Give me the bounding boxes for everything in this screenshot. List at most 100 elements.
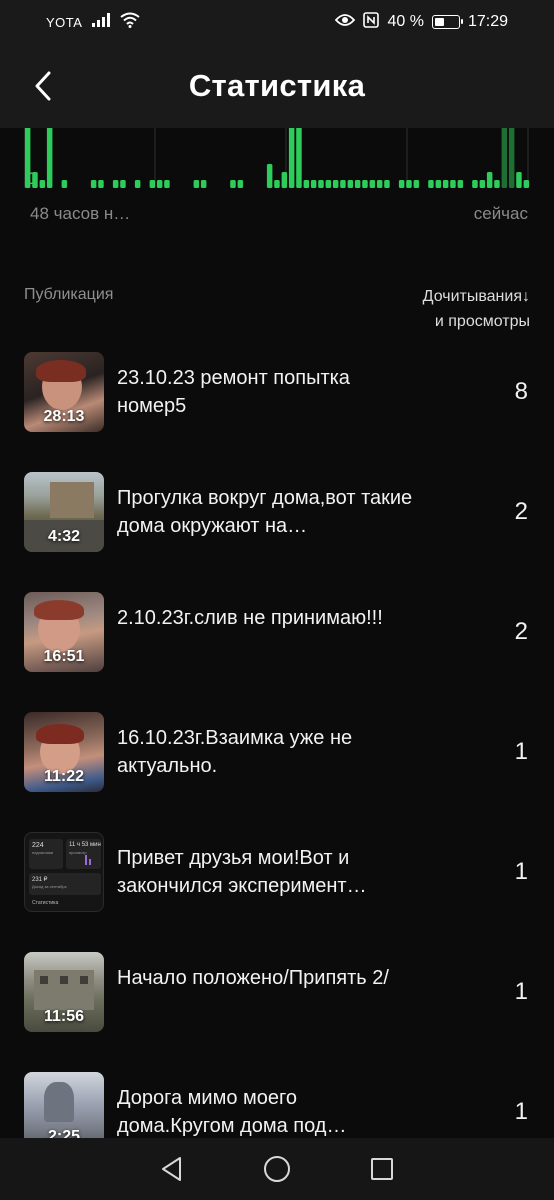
- nav-recents-button[interactable]: [367, 1154, 397, 1184]
- chart-bar: [318, 180, 324, 188]
- chart-bar: [508, 128, 515, 188]
- chart-bar: [310, 180, 317, 188]
- carrier-label: YOTA: [46, 14, 83, 30]
- chart-bar: [494, 180, 500, 188]
- chart-bar: [428, 180, 434, 188]
- video-duration: 28:13: [43, 408, 85, 425]
- publication-title: Начало положено/Припять 2/: [117, 967, 389, 989]
- chevron-left-icon: [35, 71, 51, 101]
- chart-bar: [120, 180, 126, 188]
- chart-bar: [516, 172, 522, 188]
- publication-title: 16.10.23г.Взаимка уже не актуально.: [117, 727, 353, 777]
- battery-icon: [431, 15, 463, 29]
- chart-bar: [156, 180, 163, 188]
- video-thumbnail: 4:32: [24, 472, 104, 552]
- publication-title: Прогулка вокруг дома,вот такие дома окру…: [117, 487, 413, 537]
- publication-reads: 1: [514, 858, 528, 885]
- chart-bar: [472, 180, 478, 188]
- chart-bar: [149, 180, 156, 188]
- chart-bar: [303, 180, 310, 188]
- recents-square-icon: [370, 1158, 393, 1180]
- thumb-footer: Статистика: [32, 900, 59, 906]
- thumb-stat1-label: подписчики: [32, 850, 54, 855]
- app-header: Статистика: [0, 44, 554, 128]
- thumb-stat3-label: Доход за сентябрь: [32, 884, 67, 889]
- publication-reads: 1: [514, 1098, 528, 1125]
- back-triangle-icon: [162, 1157, 182, 1181]
- chart-bar: [134, 180, 141, 188]
- publication-reads: 1: [514, 738, 528, 765]
- axis-end-label: сейчас: [473, 204, 528, 223]
- chart-svg: 0: [24, 128, 530, 188]
- chart-bar: [457, 180, 464, 188]
- list-item[interactable]: 11:22 16.10.23г.Взаимка уже не актуально…: [24, 712, 530, 832]
- chart-bar: [362, 180, 368, 188]
- clock: 17:29: [467, 13, 508, 30]
- chart-bar: [398, 180, 405, 188]
- chart-bar: [479, 180, 486, 188]
- chart-bar: [332, 180, 339, 188]
- chart-bar: [237, 180, 244, 188]
- thumb-stat3: 231 ₽: [32, 877, 48, 883]
- battery-percent: 40 %: [387, 13, 424, 30]
- axis-start-label: 48 часов н…: [30, 204, 131, 223]
- chart-bar: [501, 128, 508, 188]
- chart-bar: [296, 128, 302, 188]
- chart-bar: [325, 180, 332, 188]
- chart-bar: [164, 180, 170, 188]
- chart-bar: [354, 180, 361, 188]
- thumb-stat2-label: просмотр: [69, 850, 87, 855]
- hourly-chart: 0: [24, 128, 530, 192]
- video-duration: 16:51: [43, 648, 85, 665]
- chart-bar: [369, 180, 376, 188]
- thumb-stat1: 224: [32, 842, 44, 849]
- publication-reads: 2: [514, 618, 528, 645]
- chart-bar: [486, 172, 493, 188]
- nav-back-button[interactable]: [157, 1154, 187, 1184]
- list-item[interactable]: 16:51 2.10.23г.слив не принимаю!!! 2: [24, 592, 530, 712]
- back-button[interactable]: [28, 66, 58, 106]
- chart-bar: [46, 128, 53, 188]
- chart-bar: [193, 180, 200, 188]
- stats-screenshot-thumbnail: 224 подписчики 11 ч 53 мин просмотр 231 …: [24, 832, 104, 912]
- chart-bar: [523, 180, 530, 188]
- list-item[interactable]: 11:56 Начало положено/Припять 2/ 1: [24, 952, 530, 1072]
- home-circle-icon: [263, 1156, 290, 1182]
- video-thumbnail: 28:13: [24, 352, 104, 432]
- publication-title: Дорога мимо моего дома.Кругом дома под…: [117, 1087, 347, 1137]
- column-reads-line2: и просмотры: [434, 313, 530, 330]
- status-bar: YOTA 40 % 17:29: [0, 0, 554, 44]
- nav-home-button[interactable]: [262, 1154, 292, 1184]
- list-item[interactable]: 4:32 Прогулка вокруг дома,вот такие дома…: [24, 472, 530, 592]
- publication-reads: 2: [514, 498, 528, 525]
- chart-bar: [274, 180, 280, 188]
- publication-reads: 8: [514, 378, 528, 405]
- chart-bar: [266, 164, 273, 188]
- video-duration: 4:32: [47, 528, 81, 545]
- publication-reads: 1: [514, 978, 528, 1005]
- chart-bar: [450, 180, 456, 188]
- column-reads-sort[interactable]: Дочитывания↓ и просмотры: [423, 284, 530, 334]
- list-item[interactable]: 28:13 23.10.23 ремонт попытка номер5 8: [24, 352, 530, 472]
- chart-bar: [39, 180, 46, 188]
- chart-bar: [413, 180, 420, 188]
- publication-list: 28:13 23.10.23 ремонт попытка номер5 8 4…: [24, 352, 530, 1192]
- column-publication: Публикация: [24, 286, 114, 303]
- video-duration: 11:22: [43, 768, 85, 785]
- chart-bar: [376, 180, 383, 188]
- video-thumbnail: 16:51: [24, 592, 104, 672]
- chart-bar: [24, 128, 31, 188]
- chart-bar: [200, 180, 207, 188]
- chart-bar: [112, 180, 119, 188]
- publication-title: 2.10.23г.слив не принимаю!!!: [117, 607, 383, 629]
- publication-title: Привет друзья мои!Вот и закончился экспе…: [117, 847, 367, 897]
- eye-icon: [335, 13, 356, 32]
- video-thumbnail: 11:22: [24, 712, 104, 792]
- chart-bar: [61, 180, 68, 188]
- list-item[interactable]: 224 подписчики 11 ч 53 мин просмотр 231 …: [24, 832, 530, 952]
- system-nav-bar: [0, 1138, 554, 1200]
- chart-bar: [435, 180, 442, 188]
- video-duration: 11:56: [43, 1008, 85, 1025]
- chart-bar: [340, 180, 346, 188]
- chart-bar: [384, 180, 390, 188]
